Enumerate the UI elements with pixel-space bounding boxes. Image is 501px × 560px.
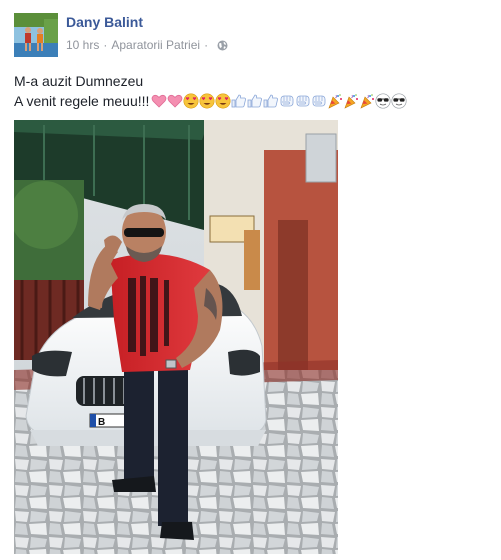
heart-eyes-icon: [215, 93, 231, 109]
thumbs-up-icon: [231, 93, 247, 109]
facebook-post: Dany Balint 10 hrs · Aparatorii Patriei …: [0, 0, 501, 560]
fist-icon: [279, 93, 295, 109]
post-meta: 10 hrs · Aparatorii Patriei ·: [66, 38, 228, 52]
license-plate-text: B: [98, 417, 105, 428]
post-text-line-1: M-a auzit Dumnezeu: [14, 73, 144, 89]
heart-eyes-icon: [199, 93, 215, 109]
location-link[interactable]: Aparatorii Patriei: [111, 38, 200, 52]
party-popper-icon: [359, 93, 375, 109]
globe-icon[interactable]: [217, 40, 228, 51]
thumbs-up-icon: [247, 93, 263, 109]
post-photo[interactable]: B: [14, 120, 338, 554]
meta-separator: ·: [103, 38, 108, 52]
party-popper-icon: [343, 93, 359, 109]
sunglasses-icon: [375, 93, 391, 109]
author-name[interactable]: Dany Balint: [66, 14, 143, 30]
post-text-line-2: A venit regele meuu!!!: [14, 91, 407, 111]
heart-icon: [167, 93, 183, 109]
meta-separator: ·: [204, 38, 209, 52]
sunglasses-icon: [391, 93, 407, 109]
heart-icon: [151, 93, 167, 109]
post-text: M-a auzit Dumnezeu A venit regele meuu!!…: [14, 71, 407, 111]
thumbs-up-icon: [263, 93, 279, 109]
timestamp[interactable]: 10 hrs: [66, 38, 99, 52]
emoji-row: [151, 93, 407, 109]
fist-icon: [311, 93, 327, 109]
party-popper-icon: [327, 93, 343, 109]
post-text-line-2-text: A venit regele meuu!!!: [14, 93, 150, 109]
heart-eyes-icon: [183, 93, 199, 109]
avatar[interactable]: [14, 13, 58, 57]
fist-icon: [295, 93, 311, 109]
